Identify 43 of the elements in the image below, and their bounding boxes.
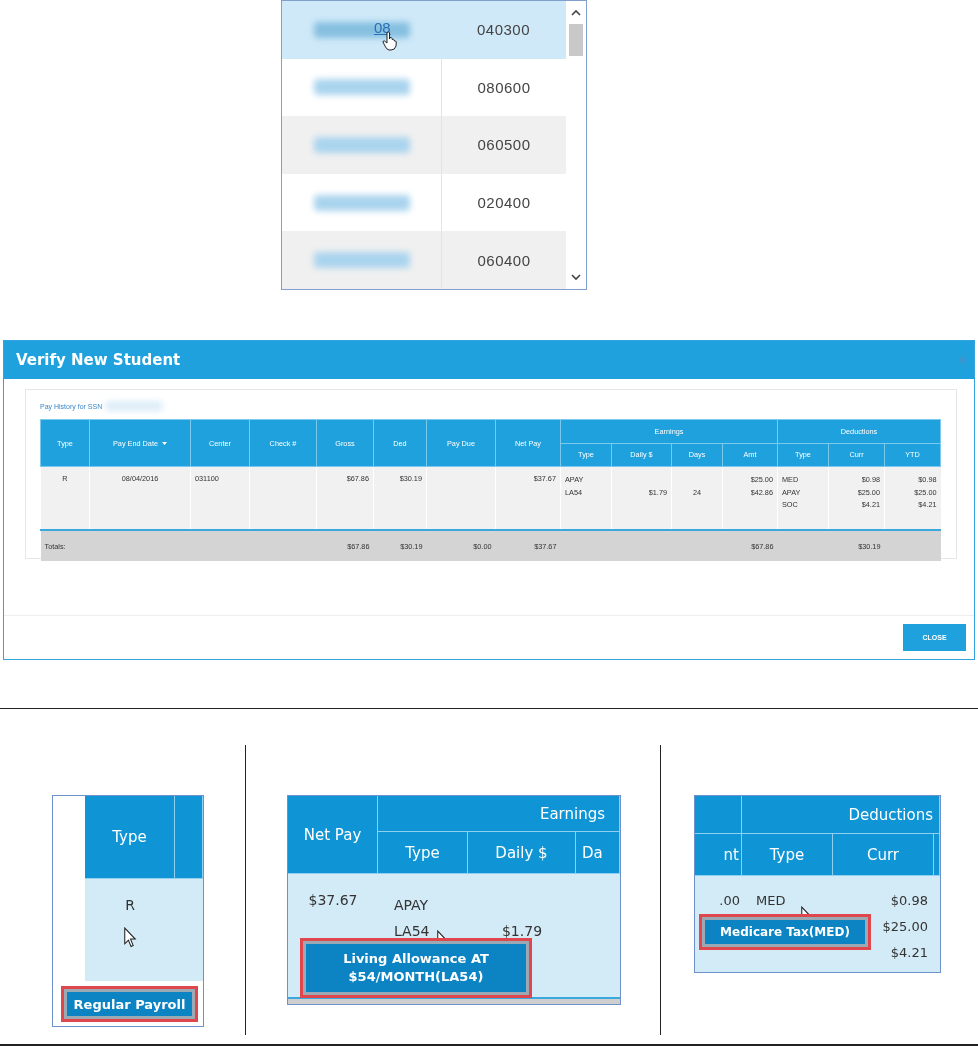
cell-line: .00 (719, 892, 740, 910)
table-cell: R (125, 897, 135, 913)
cell-line: $4.21 (890, 944, 928, 962)
column-header[interactable]: Da (576, 832, 620, 874)
cell-line: APAY (394, 896, 429, 915)
code-cell-text: 080600 (476, 77, 532, 98)
hand-cursor-icon (382, 31, 398, 51)
column-header[interactable]: Daily $ (468, 832, 576, 874)
list-row[interactable]: 08 040300 (282, 1, 566, 59)
close-icon[interactable] (958, 356, 966, 364)
column-header[interactable]: Type (378, 832, 468, 874)
scroll-thumb[interactable] (569, 24, 583, 56)
list-row[interactable]: 060500 (282, 116, 566, 174)
sort-caret-icon (162, 442, 167, 446)
column-header[interactable]: nt (695, 834, 742, 876)
dialog-title: Verify New Student (16, 351, 181, 369)
tooltip: Regular Payroll (67, 992, 192, 1016)
column-header[interactable]: Type (742, 834, 833, 876)
group-header: Deductions (742, 796, 940, 834)
column-header[interactable]: Net Pay (288, 796, 378, 874)
code-cell-text: 040300 (475, 20, 532, 41)
scroll-down-icon[interactable] (571, 274, 581, 281)
cell-line: $0.98 (890, 892, 928, 910)
code-cell-text: 060500 (476, 135, 532, 156)
cell-line: $1.79 (501, 922, 543, 941)
scroll-up-icon[interactable] (571, 9, 581, 16)
header-cell (695, 796, 742, 834)
list-row[interactable]: 060400 (282, 231, 566, 289)
column-header[interactable]: Type (85, 796, 175, 879)
code-cell-text: 060400 (476, 250, 532, 271)
header-cell (934, 834, 940, 876)
ssn-link[interactable]: 08 (374, 19, 391, 36)
tooltip: Living Allowance AT $54/MONTH(LA54) (306, 944, 526, 992)
cell-line: MED (756, 892, 786, 910)
redacted-blur (105, 401, 164, 411)
cursor-icon (123, 927, 137, 948)
column-header[interactable]: Curr (833, 834, 934, 876)
cell-line: LA54 (394, 922, 430, 941)
code-cell-text: 020400 (476, 193, 532, 214)
group-header: Earnings (378, 796, 620, 832)
cell-line: $25.00 (882, 918, 928, 936)
tooltip: Medicare Tax(MED) (705, 920, 865, 944)
table-cell: $37.67 (308, 892, 358, 908)
